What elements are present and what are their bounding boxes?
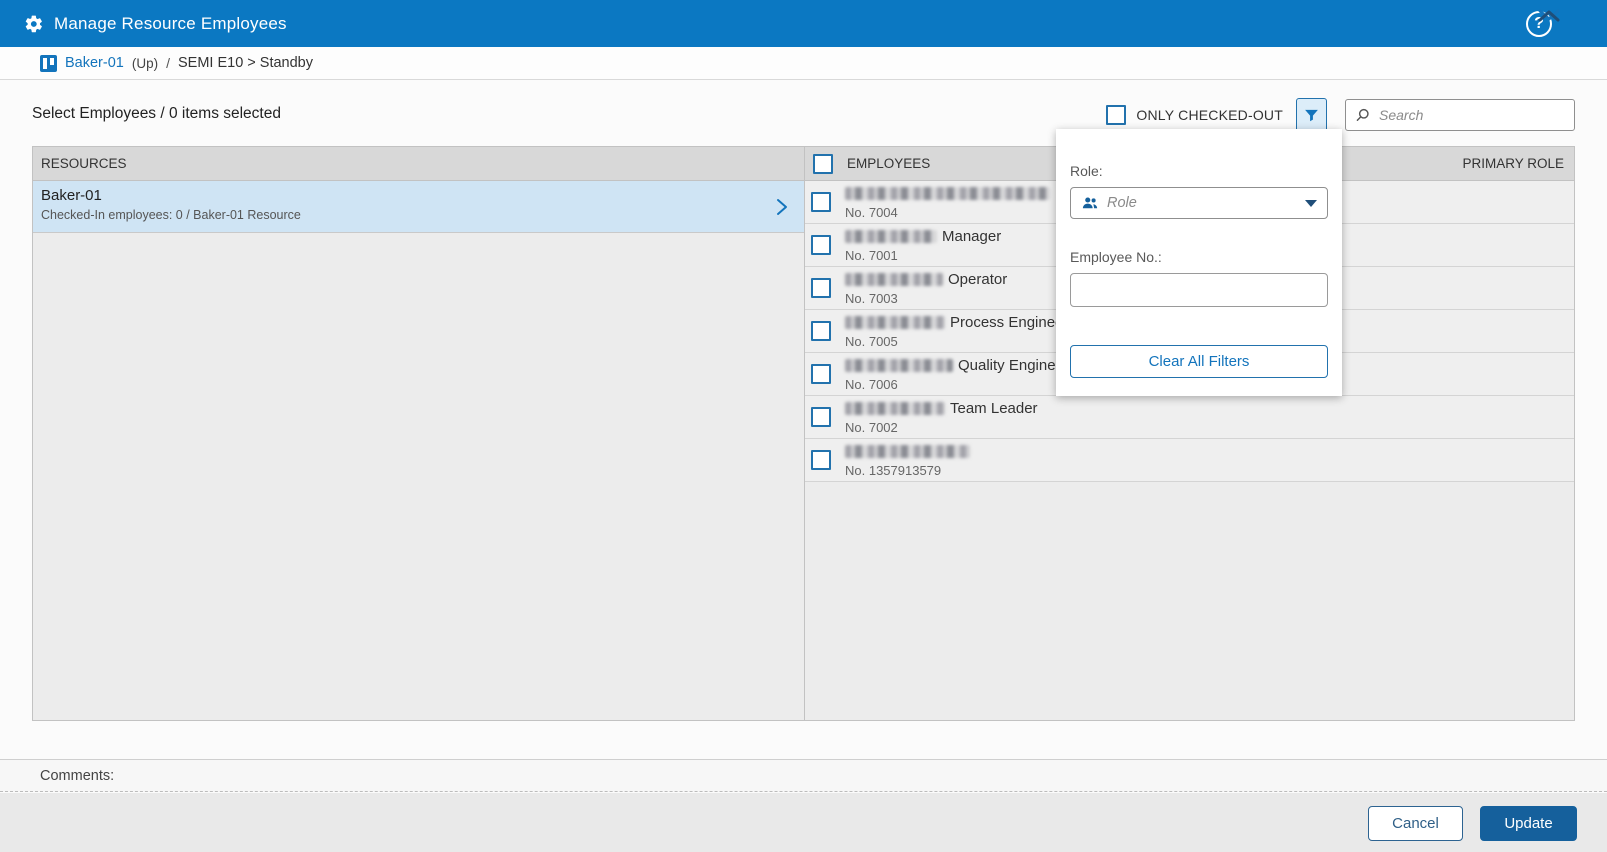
- search-input[interactable]: [1379, 107, 1565, 123]
- redacted-name-segment: [845, 187, 1050, 200]
- employee-name: Team Leader: [845, 400, 1038, 417]
- resources-header-label: RESOURCES: [41, 156, 127, 171]
- employee-checkbox[interactable]: [811, 364, 831, 384]
- cancel-button[interactable]: Cancel: [1368, 806, 1463, 841]
- collapse-comments-chevron-up-icon[interactable]: [1538, 9, 1560, 23]
- employee-text: Team Leader No. 7002: [845, 400, 1038, 434]
- caret-down-icon: [1305, 200, 1317, 207]
- resources-panel: RESOURCES Baker-01 Checked-In employees:…: [33, 147, 805, 720]
- breadcrumb-separator: /: [166, 55, 170, 71]
- resource-title: Baker-01: [41, 187, 764, 204]
- only-checked-out-label: ONLY CHECKED-OUT: [1136, 107, 1283, 123]
- role-filter-label: Role:: [1070, 163, 1328, 179]
- resource-row-baker-01[interactable]: Baker-01 Checked-In employees: 0 / Baker…: [33, 181, 804, 233]
- employee-row[interactable]: No. 1357913579: [805, 439, 1574, 482]
- redacted-name-segment: [845, 445, 970, 458]
- resource-icon: [40, 55, 57, 72]
- employee-checkbox[interactable]: [811, 321, 831, 341]
- employee-number: No. 7005: [845, 335, 1068, 348]
- comments-bar[interactable]: Comments:: [0, 759, 1607, 792]
- employee-text: No. 7004: [845, 185, 1055, 219]
- list-controls: ONLY CHECKED-OUT: [1106, 98, 1575, 132]
- employee-text: Operator No. 7003: [845, 271, 1007, 305]
- comments-label: Comments:: [40, 768, 114, 784]
- chevron-right-icon[interactable]: [776, 198, 788, 216]
- search-icon: [1355, 107, 1371, 123]
- redacted-name-segment: [845, 273, 943, 286]
- employee-checkbox[interactable]: [811, 192, 831, 212]
- employee-text: Quality Engineer No. 7006: [845, 357, 1069, 391]
- employee-no-filter-label: Employee No.:: [1070, 249, 1328, 265]
- employee-number: No. 1357913579: [845, 464, 975, 477]
- employee-name: Operator: [845, 271, 1007, 288]
- filter-button[interactable]: [1296, 98, 1327, 132]
- breadcrumb-state-path: SEMI E10 > Standby: [178, 55, 313, 71]
- selection-summary: Select Employees / 0 items selected: [32, 105, 281, 123]
- clear-all-filters-button[interactable]: Clear All Filters: [1070, 345, 1328, 378]
- filter-funnel-icon: [1303, 107, 1320, 124]
- resource-subtitle: Checked-In employees: 0 / Baker-01 Resou…: [41, 208, 764, 222]
- employee-role-text: Manager: [942, 229, 1001, 244]
- gear-icon: [24, 14, 44, 34]
- employees-header-label: EMPLOYEES: [847, 156, 930, 171]
- employee-role-text: Process Engineer: [950, 315, 1068, 330]
- employee-role-text: Team Leader: [950, 401, 1038, 416]
- employee-number: No. 7006: [845, 378, 1069, 391]
- role-filter-dropdown[interactable]: Role: [1070, 187, 1328, 219]
- employee-number: No. 7004: [845, 206, 1055, 219]
- employee-name: Quality Engineer: [845, 357, 1069, 374]
- employee-name: Manager: [845, 228, 1001, 245]
- employee-checkbox[interactable]: [811, 450, 831, 470]
- employee-text: No. 1357913579: [845, 443, 975, 477]
- title-bar: Manage Resource Employees: [0, 0, 1607, 47]
- employee-text: Manager No. 7001: [845, 228, 1001, 262]
- search-box: [1345, 99, 1575, 131]
- employee-checkbox[interactable]: [811, 407, 831, 427]
- employee-name: Process Engineer: [845, 314, 1068, 331]
- employee-checkbox[interactable]: [811, 235, 831, 255]
- employee-text: Process Engineer No. 7005: [845, 314, 1068, 348]
- redacted-name-segment: [845, 316, 945, 329]
- employee-checkbox[interactable]: [811, 278, 831, 298]
- employee-role-text: Quality Engineer: [958, 358, 1069, 373]
- redacted-name-segment: [845, 359, 953, 372]
- breadcrumb: Baker-01 (Up) / SEMI E10 > Standby: [0, 47, 1607, 80]
- employee-name: [845, 443, 975, 460]
- redacted-name-segment: [845, 402, 945, 415]
- employee-number: No. 7001: [845, 249, 1001, 262]
- selection-table: RESOURCES Baker-01 Checked-In employees:…: [32, 146, 1575, 721]
- resources-column-header: RESOURCES: [33, 147, 804, 181]
- role-dropdown-placeholder: Role: [1107, 195, 1137, 211]
- footer-bar: Cancel Update: [0, 793, 1607, 852]
- employee-number: No. 7003: [845, 292, 1007, 305]
- primary-role-header-label: PRIMARY ROLE: [1462, 156, 1564, 171]
- page-title: Manage Resource Employees: [54, 14, 287, 34]
- update-button[interactable]: Update: [1480, 806, 1577, 841]
- filter-popup: Role: Role Employee No.: Clear All Filte…: [1056, 129, 1342, 396]
- people-icon: [1081, 195, 1099, 211]
- employee-no-input[interactable]: [1070, 273, 1328, 307]
- breadcrumb-resource-link[interactable]: Baker-01: [65, 55, 124, 71]
- employee-role-text: Operator: [948, 272, 1007, 287]
- select-all-employees-checkbox[interactable]: [813, 154, 833, 174]
- breadcrumb-up-state: (Up): [132, 56, 158, 71]
- employee-row[interactable]: Team Leader No. 7002: [805, 396, 1574, 439]
- redacted-name-segment: [845, 230, 937, 243]
- only-checked-out-checkbox[interactable]: [1106, 105, 1126, 125]
- employee-name: [845, 185, 1055, 202]
- employee-number: No. 7002: [845, 421, 1038, 434]
